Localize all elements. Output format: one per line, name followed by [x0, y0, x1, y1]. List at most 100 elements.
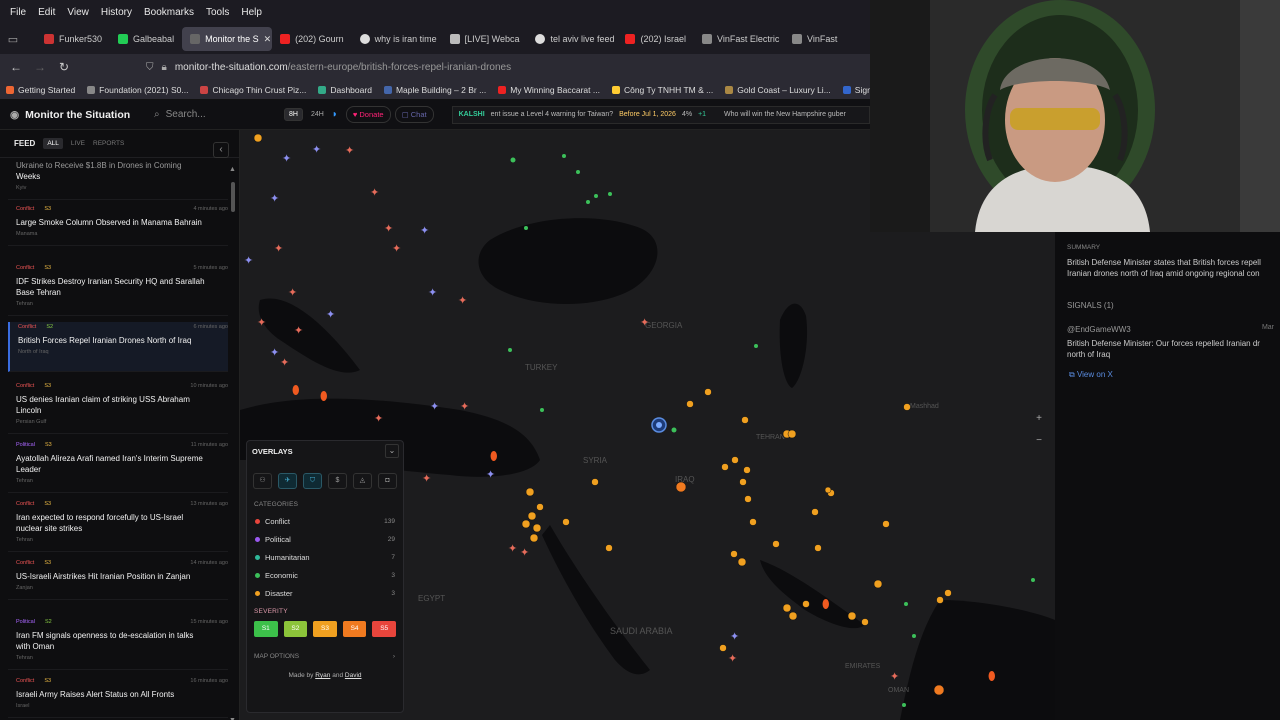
event-dot-marker[interactable] [529, 533, 539, 543]
green-dot-marker[interactable] [902, 703, 906, 707]
tab-vinfast[interactable]: VinFast Electric [694, 27, 784, 51]
feed-item[interactable]: Conflict S3 10 minutes ago US denies Irani… [8, 381, 228, 434]
event-dot-marker[interactable] [525, 487, 535, 497]
event-dot-marker[interactable] [253, 133, 263, 143]
severity-s4-button[interactable]: S4 [342, 621, 367, 637]
event-dot-marker[interactable] [731, 456, 739, 464]
conflict-star-marker[interactable]: ✦ [508, 542, 517, 555]
event-dot-marker[interactable] [704, 388, 712, 396]
feed-item[interactable]: Political S2 15 minutes ago Iran FM signal… [8, 617, 228, 670]
category-political[interactable]: Political 29 [247, 530, 403, 548]
event-dot-marker[interactable] [730, 550, 738, 558]
view-on-x-link[interactable]: ⧉ View on X [1055, 370, 1280, 380]
bookmark-maple-building[interactable]: Maple Building – 2 Br ... [383, 85, 486, 95]
political-star-marker[interactable]: ✦ [428, 286, 437, 299]
severity-s1-button[interactable]: S1 [254, 621, 278, 637]
tab-monitor-the-situation[interactable]: Monitor the S ✕ [182, 27, 273, 51]
event-dot-marker[interactable] [536, 503, 544, 511]
back-icon[interactable]: ← [4, 60, 28, 74]
event-dot-marker[interactable] [521, 519, 531, 529]
credit-link-david[interactable]: David [345, 672, 362, 679]
map-options-toggle[interactable]: MAP OPTIONS › [247, 643, 403, 660]
event-dot-marker[interactable] [675, 481, 687, 493]
chevron-down-icon[interactable]: ⌄ [385, 444, 399, 458]
filter-all[interactable]: ALL [43, 138, 63, 149]
political-star-marker[interactable]: ✦ [486, 468, 495, 481]
event-dot-marker[interactable] [933, 684, 945, 696]
collapse-feed-button[interactable]: ‹ [213, 142, 229, 158]
range-24h-button[interactable]: 24H [307, 109, 328, 120]
green-dot-marker[interactable] [576, 170, 580, 174]
event-dot-marker[interactable] [772, 540, 780, 548]
menu-history[interactable]: History [101, 7, 132, 18]
close-tab-icon[interactable]: ✕ [264, 34, 272, 45]
people-overlay-icon[interactable]: ⚇ [253, 473, 272, 489]
shield-overlay-icon[interactable]: ⛉ [303, 473, 322, 489]
event-dot-marker[interactable] [721, 463, 729, 471]
event-dot-marker[interactable] [811, 508, 819, 516]
feed-item-selected[interactable]: Conflict S2 6 minutes ago British Forces R… [8, 322, 228, 372]
category-economic[interactable]: Economic 3 [247, 566, 403, 584]
zoom-out-button[interactable]: − [1032, 430, 1046, 452]
fire-marker[interactable]: ⬮ [292, 383, 300, 397]
bookmark-gold-coast[interactable]: Gold Coast – Luxury Li... [725, 85, 831, 95]
zoom-in-button[interactable]: + [1032, 408, 1046, 430]
tab-youtube-israel[interactable]: (202) Israel [617, 27, 694, 51]
event-dot-marker[interactable] [744, 495, 752, 503]
green-dot-marker[interactable] [540, 408, 544, 412]
tab-galbeabal[interactable]: Galbeabal [110, 27, 182, 51]
green-dot-marker[interactable] [594, 194, 598, 198]
tab-youtube-gourn[interactable]: (202) Gourn [272, 27, 352, 51]
lock-icon[interactable]: 🔒︎ [162, 62, 167, 73]
feed-item[interactable]: Conflict S3 4 minutes ago Large Smoke Colu… [8, 204, 228, 246]
political-star-marker[interactable]: ✦ [270, 346, 279, 359]
camera-overlay-icon[interactable]: ◘ [378, 473, 397, 489]
event-dot-marker[interactable] [882, 520, 890, 528]
tab-list-icon[interactable]: ▭ [0, 33, 26, 46]
feed-item-partial[interactable]: Ukraine to Receive $1.8B in Drones in Co… [8, 157, 228, 200]
menu-edit[interactable]: Edit [38, 7, 55, 18]
event-dot-marker[interactable] [861, 618, 869, 626]
green-dot-marker[interactable] [912, 634, 916, 638]
event-dot-marker[interactable] [591, 478, 599, 486]
political-star-marker[interactable]: ✦ [244, 254, 253, 267]
green-dot-marker[interactable] [608, 192, 612, 196]
forward-icon[interactable]: → [28, 60, 52, 74]
event-dot-marker[interactable] [719, 644, 727, 652]
green-dot-marker[interactable] [754, 344, 758, 348]
green-dot-marker[interactable] [524, 226, 528, 230]
menu-bookmarks[interactable]: Bookmarks [144, 7, 194, 18]
event-dot-marker[interactable] [737, 557, 747, 567]
conflict-star-marker[interactable]: ✦ [345, 144, 354, 157]
bookmark-cong-ty[interactable]: Công Ty TNHH TM & ... [611, 85, 713, 95]
green-dot-marker[interactable] [508, 348, 512, 352]
feed-item[interactable]: Conflict S3 5 minutes ago IDF Strikes Dest… [8, 263, 228, 316]
event-dot-marker[interactable] [562, 518, 570, 526]
severity-s3-button[interactable]: S3 [313, 621, 337, 637]
telegram-icon[interactable]: ◗ [332, 109, 338, 120]
prediction-ticker[interactable]: KALSHI ent issue a Level 4 warning for T… [451, 105, 870, 124]
event-dot-marker[interactable] [527, 511, 537, 521]
political-star-marker[interactable]: ✦ [312, 143, 321, 156]
tab-tel-aviv[interactable]: tel aviv live feed [527, 27, 617, 51]
political-star-marker[interactable]: ✦ [282, 152, 291, 165]
political-star-marker[interactable]: ✦ [326, 308, 335, 321]
conflict-star-marker[interactable]: ✦ [890, 670, 899, 683]
tab-funker530[interactable]: Funker530 [36, 27, 110, 51]
event-dot-marker[interactable] [787, 429, 797, 439]
fire-marker[interactable]: ⬮ [320, 389, 328, 403]
green-dot-marker[interactable] [1031, 578, 1035, 582]
bookmark-chicago-pizza[interactable]: Chicago Thin Crust Piz... [200, 85, 306, 95]
scroll-up-icon[interactable]: ▲ [229, 166, 236, 173]
menu-tools[interactable]: Tools [206, 7, 229, 18]
political-star-marker[interactable]: ✦ [430, 400, 439, 413]
credit-link-ryan[interactable]: Ryan [315, 672, 330, 679]
event-dot-marker[interactable] [944, 589, 952, 597]
conflict-star-marker[interactable]: ✦ [384, 222, 393, 235]
event-dot-marker[interactable] [903, 403, 911, 411]
menu-file[interactable]: File [10, 7, 26, 18]
category-conflict[interactable]: Conflict 139 [247, 512, 403, 530]
chat-button[interactable]: ▢ Chat [394, 106, 434, 123]
fire-marker[interactable]: ⬮ [822, 597, 830, 611]
political-star-marker[interactable]: ✦ [270, 192, 279, 205]
